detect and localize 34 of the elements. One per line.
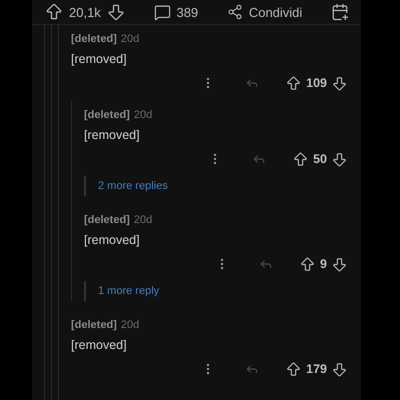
more-replies-link[interactable]: 2 more replies [98,180,168,192]
downvote-button[interactable] [331,360,348,378]
comment-author[interactable]: [deleted] [71,319,117,331]
comment-score: 179 [306,362,327,376]
downvote-button[interactable] [331,74,348,92]
more-replies-link[interactable]: 1 more reply [98,285,160,297]
upvote-button[interactable] [44,2,64,22]
share-icon [226,4,243,20]
comment-body: [removed] [71,338,127,352]
comment-author[interactable]: [deleted] [71,33,117,45]
calendar-plus-icon[interactable] [330,3,349,21]
upvote-button[interactable] [285,360,302,378]
comment-score: 50 [313,152,327,166]
comment-body: [removed] [71,52,127,66]
upvote-button[interactable] [292,150,310,168]
comment-age: 20d [120,319,140,331]
comment-icon[interactable] [154,4,172,20]
comment-author[interactable]: [deleted] [84,109,130,121]
comment-age: 20d [120,33,140,45]
upvote-button[interactable] [299,256,316,272]
comment-author[interactable]: [deleted] [84,214,130,226]
comment-body: [removed] [84,233,140,247]
comment-count: 389 [176,4,198,20]
comment-age: 20d [134,214,152,226]
downvote-button[interactable] [331,150,348,168]
comment-score: 9 [320,257,327,271]
upvote-button[interactable] [285,74,302,92]
comment-score: 109 [306,76,327,90]
share-button[interactable]: Condividi [226,4,302,20]
comment-body: [removed] [84,128,140,142]
post-score: 20,1k [69,4,101,20]
downvote-button[interactable] [331,256,348,272]
downvote-button[interactable] [106,2,126,22]
comment-age: 20d [134,109,152,121]
